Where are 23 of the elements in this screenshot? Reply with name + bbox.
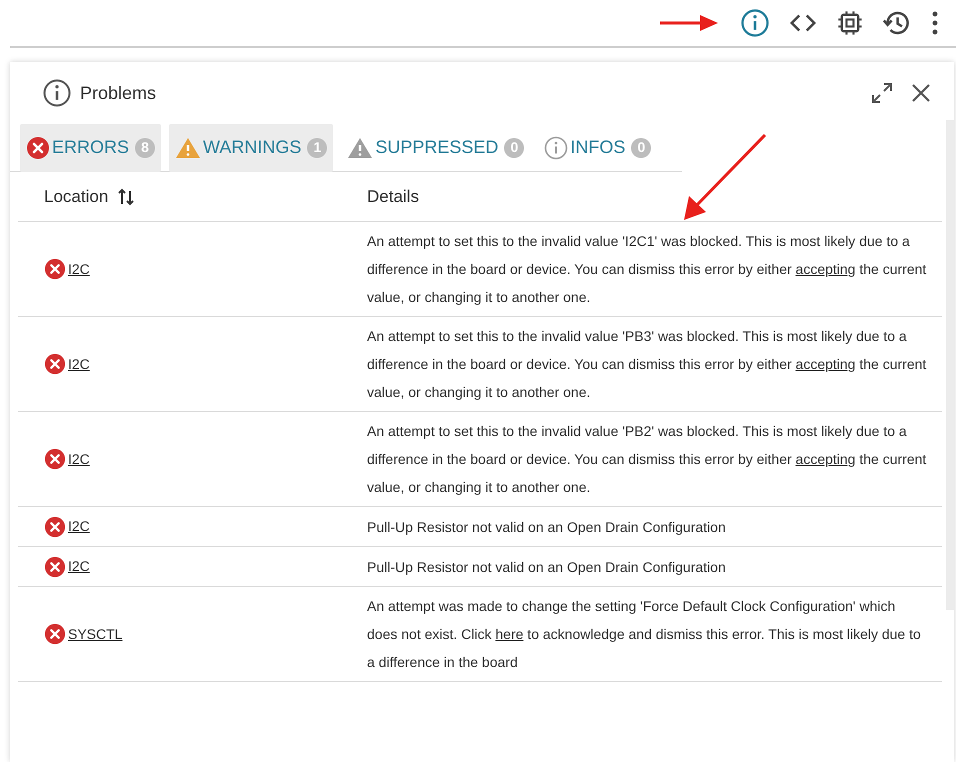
error-details: An attempt to set this to the invalid value 'PB2' was blocked. This is most likely due to a difference in the board or device. You can dismiss this error by either accepting the current value, or changing it to another one. xyxy=(367,422,927,497)
details-link[interactable]: accepting xyxy=(796,356,856,372)
location-link[interactable]: I2C xyxy=(68,258,90,280)
error-details: An attempt to set this to the invalid value 'I2C1' was blocked. This is most likely due to a difference in the board or device. You can dismiss this error by either accepting the current value, or changing it to another one. xyxy=(367,232,927,307)
location-link[interactable]: SYSCTL xyxy=(68,624,122,644)
location-link[interactable]: I2C xyxy=(68,448,90,470)
details-link[interactable]: accepting xyxy=(796,451,856,467)
filter-tab[interactable]: WARNINGS 1 xyxy=(169,124,334,172)
panel-title: Problems xyxy=(80,82,156,104)
details-link[interactable]: here xyxy=(495,626,524,642)
error-details: An attempt was made to change the setting 'Force Default Clock Configuration' which does not exist. Click here to acknowledge and dismiss this error. This is most likely due to a difference in the board xyxy=(367,597,922,672)
error-details: An attempt to set this to the invalid value 'PB3' was blocked. This is most likely due to a difference in the board or device. You can dismiss this error by either accepting the current value, or changing it to another one. xyxy=(367,327,927,402)
details-link[interactable]: accepting xyxy=(796,261,856,277)
column-header[interactable]: Location xyxy=(44,184,108,210)
column-header: Details xyxy=(367,186,419,208)
filter-tab[interactable]: ERRORS 8 xyxy=(20,124,162,172)
filter-tab[interactable]: SUPPRESSED 0 xyxy=(341,124,530,172)
location-link[interactable]: I2C xyxy=(68,516,90,537)
error-details: Pull-Up Resistor not valid on an Open Drain Configuration xyxy=(367,518,727,537)
location-link[interactable]: I2C xyxy=(68,354,90,374)
location-link[interactable]: I2C xyxy=(68,556,90,577)
error-details: Pull-Up Resistor not valid on an Open Drain Configuration xyxy=(367,558,727,577)
filter-tab[interactable]: INFOS 0 xyxy=(538,124,658,172)
